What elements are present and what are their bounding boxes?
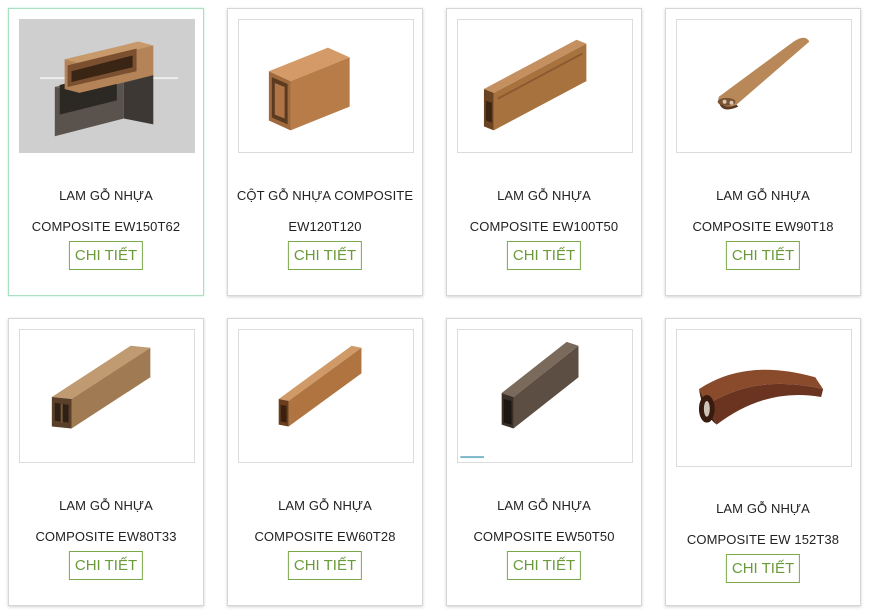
product-name-line2[interactable]: EW120T120 — [232, 211, 418, 242]
product-name-line1[interactable]: LAM GỖ NHỰA — [670, 493, 856, 524]
product-image[interactable] — [238, 329, 414, 463]
small-rectangular-profile-icon — [278, 345, 362, 427]
product-card[interactable]: LAM GỖ NHỰA COMPOSITE EW80T33 CHI TIẾT — [8, 318, 204, 606]
detail-button[interactable]: CHI TIẾT — [68, 241, 144, 270]
product-image[interactable] — [676, 329, 852, 467]
product-name-line2[interactable]: COMPOSITE EW60T28 — [232, 521, 418, 552]
product-card[interactable]: LAM GỖ NHỰA COMPOSITE EW90T18 CHI TIẾT — [665, 8, 861, 296]
detail-button[interactable]: CHI TIẾT — [725, 241, 801, 270]
product-name-line2[interactable]: COMPOSITE EW150T62 — [13, 211, 199, 242]
product-image[interactable] — [19, 329, 195, 463]
thin-oval-profile-icon — [717, 37, 810, 110]
detail-button[interactable]: CHI TIẾT — [287, 241, 363, 270]
square-column-icon — [268, 47, 350, 131]
flat-rectangular-profile-icon — [51, 345, 151, 429]
product-image[interactable] — [19, 19, 195, 153]
product-name-line1[interactable]: LAM GỖ NHỰA — [670, 180, 856, 211]
curved-oval-profile-icon — [698, 369, 824, 425]
detail-button[interactable]: CHI TIẾT — [725, 554, 801, 583]
product-name-line1[interactable]: LAM GỖ NHỰA — [451, 490, 637, 521]
product-name-line1[interactable]: LAM GỖ NHỰA — [232, 490, 418, 521]
product-card[interactable]: LAM GỖ NHỰA COMPOSITE EW60T28 CHI TIẾT — [227, 318, 423, 606]
product-name-line2[interactable]: COMPOSITE EW100T50 — [451, 211, 637, 242]
product-name-line2[interactable]: COMPOSITE EW90T18 — [670, 211, 856, 242]
product-card[interactable]: CỘT GỖ NHỰA COMPOSITE EW120T120 CHI TIẾT — [227, 8, 423, 296]
dark-square-profile-icon — [460, 341, 579, 459]
detail-button[interactable]: CHI TIẾT — [287, 551, 363, 580]
product-image[interactable] — [457, 19, 633, 153]
product-image[interactable] — [676, 19, 852, 153]
product-card[interactable]: LAM GỖ NHỰA COMPOSITE EW150T62 CHI TIẾT — [8, 8, 204, 296]
product-image[interactable] — [238, 19, 414, 153]
product-name-line1[interactable]: LAM GỖ NHỰA — [13, 490, 199, 521]
product-name-line2[interactable]: COMPOSITE EW 152T38 — [670, 524, 856, 555]
product-name-line1[interactable]: LAM GỖ NHỰA — [451, 180, 637, 211]
product-name-line2[interactable]: COMPOSITE EW80T33 — [13, 521, 199, 552]
hollow-profile-stack-icon — [40, 41, 178, 137]
detail-button[interactable]: CHI TIẾT — [68, 551, 144, 580]
product-name-line2[interactable]: COMPOSITE EW50T50 — [451, 521, 637, 552]
rectangular-profile-icon — [483, 39, 587, 131]
product-card[interactable]: LAM GỖ NHỰA COMPOSITE EW50T50 CHI TIẾT — [446, 318, 642, 606]
product-image[interactable] — [457, 329, 633, 463]
detail-button[interactable]: CHI TIẾT — [506, 551, 582, 580]
product-card[interactable]: LAM GỖ NHỰA COMPOSITE EW 152T38 CHI TIẾT — [665, 318, 861, 606]
detail-button[interactable]: CHI TIẾT — [506, 241, 582, 270]
product-card[interactable]: LAM GỖ NHỰA COMPOSITE EW100T50 CHI TIẾT — [446, 8, 642, 296]
product-name-line1[interactable]: LAM GỖ NHỰA — [13, 180, 199, 211]
product-name-line1[interactable]: CỘT GỖ NHỰA COMPOSITE — [232, 180, 418, 211]
